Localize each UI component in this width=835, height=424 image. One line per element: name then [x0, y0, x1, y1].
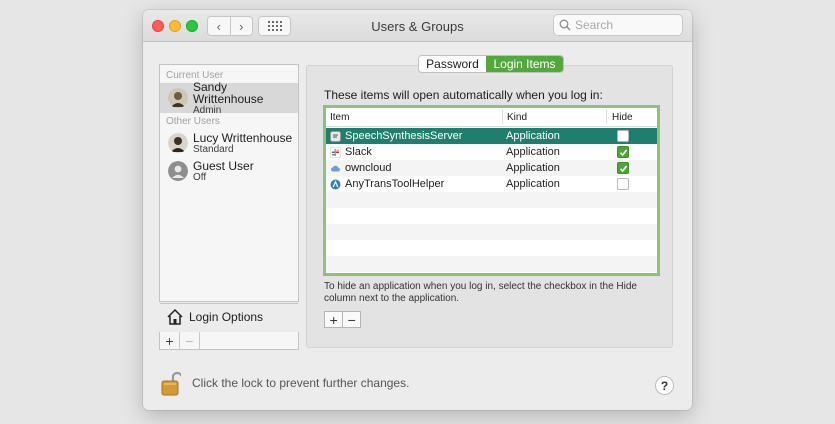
- tab-login-items[interactable]: Login Items: [486, 56, 563, 72]
- user-name: Sandy Writtenhouse: [193, 79, 264, 106]
- empty-row: [326, 208, 657, 224]
- anytrans-icon: [330, 179, 341, 189]
- user-name: Guest User: [193, 158, 254, 173]
- user-name: Lucy Writtenhouse: [193, 130, 293, 145]
- item-cell: Slack: [330, 146, 372, 158]
- login-items-add-remove: + −: [324, 311, 361, 328]
- table-row[interactable]: AnyTransToolHelper Application: [326, 176, 657, 192]
- lock-text: Click the lock to prevent further change…: [192, 376, 410, 390]
- login-items-intro: These items will open automatically when…: [324, 88, 603, 102]
- search-input[interactable]: [575, 18, 675, 32]
- guest-avatar-icon: [168, 161, 188, 181]
- user-role: Admin: [193, 104, 222, 116]
- user-guest[interactable]: Guest User Off: [160, 156, 298, 186]
- item-name: owncloud: [345, 162, 392, 174]
- hide-checkbox[interactable]: [617, 146, 629, 158]
- login-options-item[interactable]: Login Options: [160, 303, 298, 330]
- search-field[interactable]: [553, 14, 683, 36]
- cloud-icon: [331, 165, 340, 171]
- empty-row: [326, 240, 657, 256]
- table-header: Item Kind Hide: [326, 108, 657, 127]
- hide-checkbox[interactable]: [617, 162, 629, 174]
- hide-checkbox[interactable]: [617, 130, 629, 142]
- kind-cell: Application: [506, 146, 560, 158]
- help-button[interactable]: ?: [655, 376, 674, 395]
- column-header-hide[interactable]: Hide: [612, 112, 633, 123]
- users-groups-window: ‹ › Users & Groups Current User: [143, 10, 692, 410]
- hide-hint-text: To hide an application when you log in, …: [324, 281, 637, 304]
- column-header-item[interactable]: Item: [330, 112, 349, 123]
- add-login-item-button[interactable]: +: [325, 312, 342, 328]
- kind-cell: Application: [506, 162, 560, 174]
- table-row[interactable]: SpeechSynthesisServer Application: [326, 128, 657, 144]
- users-list: Current User Sandy Writtenhouse Admin Ot…: [159, 64, 299, 325]
- item-name: Slack: [345, 146, 372, 158]
- item-cell: SpeechSynthesisServer: [330, 130, 462, 142]
- lock-open-icon[interactable]: [161, 370, 181, 396]
- avatar: [168, 88, 188, 108]
- lock-row: Click the lock to prevent further change…: [161, 370, 409, 396]
- login-options-label: Login Options: [189, 310, 264, 324]
- column-header-kind[interactable]: Kind: [507, 112, 527, 123]
- user-sandy-writtenhouse[interactable]: Sandy Writtenhouse Admin: [160, 79, 298, 116]
- column-divider: [606, 110, 607, 124]
- other-users-header: Other Users: [166, 116, 220, 127]
- item-name: SpeechSynthesisServer: [345, 130, 463, 142]
- speech-icon: [330, 130, 341, 142]
- tab-password[interactable]: Password: [419, 56, 486, 72]
- empty-row: [326, 192, 657, 208]
- empty-row: [326, 256, 657, 272]
- tab-bar: Password Login Items: [418, 55, 564, 73]
- kind-cell: Application: [506, 178, 560, 190]
- table-row[interactable]: Slack Application: [326, 144, 657, 160]
- add-user-button[interactable]: +: [160, 332, 180, 349]
- remove-login-item-button[interactable]: −: [342, 312, 360, 328]
- user-lucy-writtenhouse[interactable]: Lucy Writtenhouse Standard: [160, 128, 298, 158]
- checkmark-icon: [619, 165, 627, 172]
- table-row[interactable]: owncloud Application: [326, 160, 657, 176]
- titlebar: ‹ › Users & Groups: [143, 10, 692, 42]
- kind-cell: Application: [506, 130, 560, 142]
- item-cell: owncloud: [330, 162, 391, 174]
- avatar: [168, 133, 188, 153]
- item-cell: AnyTransToolHelper: [330, 178, 444, 190]
- column-divider: [502, 110, 503, 124]
- user-role: Standard: [193, 143, 234, 155]
- search-icon: [559, 19, 571, 31]
- login-items-table: Item Kind Hide SpeechSynthesisServer App…: [323, 105, 660, 276]
- slack-icon: [330, 146, 341, 158]
- checkmark-icon: [619, 149, 627, 156]
- remove-user-button[interactable]: −: [180, 332, 200, 349]
- empty-row: [326, 224, 657, 240]
- hide-checkbox[interactable]: [617, 178, 629, 190]
- user-role: Off: [193, 171, 207, 183]
- house-icon: [167, 308, 183, 325]
- users-add-remove-bar: + −: [159, 332, 299, 350]
- item-name: AnyTransToolHelper: [345, 178, 445, 190]
